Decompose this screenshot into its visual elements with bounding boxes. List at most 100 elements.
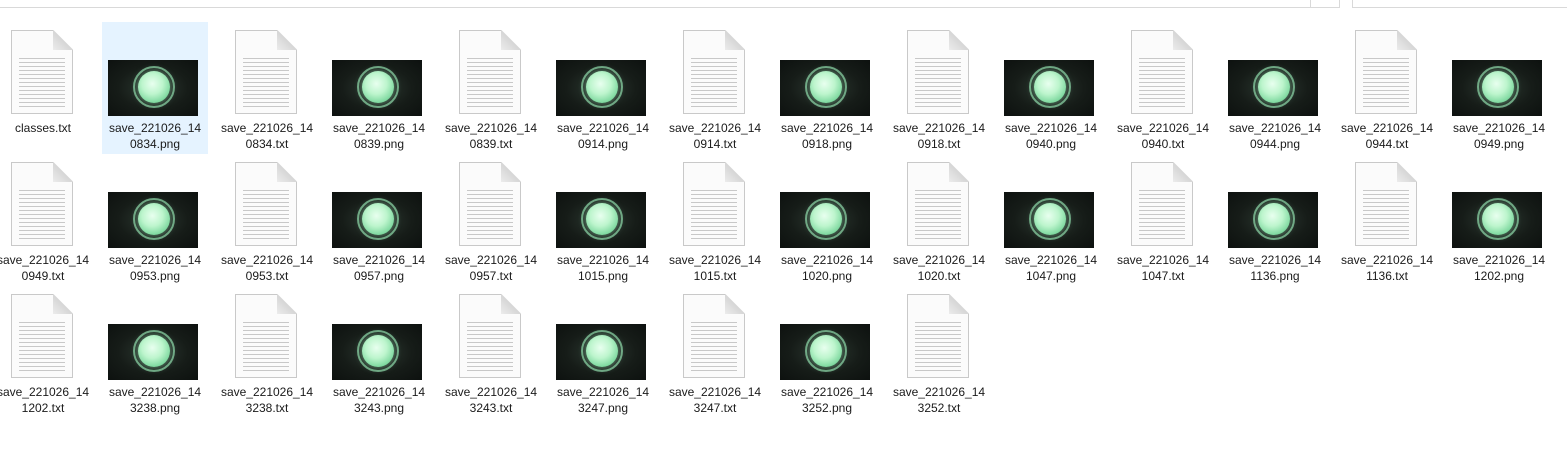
- file-item-png[interactable]: save_221026_14 3243.png: [326, 286, 432, 418]
- file-item-txt[interactable]: save_221026_14 3252.txt: [886, 286, 992, 418]
- image-thumbnail: [326, 154, 432, 250]
- file-item-png[interactable]: save_221026_14 0914.png: [550, 22, 656, 154]
- file-name-label: save_221026_14 0944.txt: [1340, 121, 1434, 151]
- file-item-png[interactable]: save_221026_14 0949.png: [1446, 22, 1552, 154]
- text-document-icon: [886, 22, 992, 118]
- image-thumbnail: [1446, 154, 1552, 250]
- image-thumbnail: [556, 192, 646, 248]
- document-lines: [691, 190, 737, 240]
- document-lines: [915, 58, 961, 108]
- glow-orb: [138, 203, 170, 235]
- document-lines: [915, 190, 961, 240]
- file-item-txt[interactable]: save_221026_14 1020.txt: [886, 154, 992, 286]
- address-bar[interactable]: [0, 0, 1340, 8]
- file-item-png[interactable]: save_221026_14 0957.png: [326, 154, 432, 286]
- file-item-png[interactable]: save_221026_14 3252.png: [774, 286, 880, 418]
- file-explorer-window: classes.txt save_221026_14 0834.png save_2…: [0, 0, 1567, 455]
- file-item-txt[interactable]: save_221026_14 3247.txt: [662, 286, 768, 418]
- file-item-txt[interactable]: save_221026_14 1047.txt: [1110, 154, 1216, 286]
- file-item-txt[interactable]: save_221026_14 0839.txt: [438, 22, 544, 154]
- file-item-png[interactable]: save_221026_14 0940.png: [998, 22, 1104, 154]
- text-document-icon: [907, 162, 971, 248]
- file-item-txt[interactable]: save_221026_14 0834.txt: [214, 22, 320, 154]
- glow-orb: [1482, 71, 1514, 103]
- file-item-png[interactable]: save_221026_14 0839.png: [326, 22, 432, 154]
- glow-orb: [586, 335, 618, 367]
- file-item-txt[interactable]: classes.txt: [0, 22, 96, 154]
- file-item-png[interactable]: save_221026_14 0953.png: [102, 154, 208, 286]
- document-fold: [277, 294, 297, 314]
- file-name-label: save_221026_14 1136.txt: [1340, 253, 1434, 283]
- file-name-label: save_221026_14 1015.txt: [668, 253, 762, 283]
- file-item-txt[interactable]: save_221026_14 0914.txt: [662, 22, 768, 154]
- file-item-txt[interactable]: save_221026_14 0949.txt: [0, 154, 96, 286]
- text-document-icon: [0, 22, 96, 118]
- file-item-png[interactable]: save_221026_14 1047.png: [998, 154, 1104, 286]
- text-document-icon: [214, 154, 320, 250]
- file-item-png[interactable]: save_221026_14 0944.png: [1222, 22, 1328, 154]
- file-name-label: save_221026_14 1015.png: [556, 253, 650, 283]
- document-lines: [19, 322, 65, 372]
- glow-orb: [1034, 71, 1066, 103]
- text-document-icon: [459, 30, 523, 116]
- image-thumbnail: [326, 286, 432, 382]
- image-thumbnail: [556, 60, 646, 116]
- image-thumbnail: [780, 324, 870, 380]
- file-item-png[interactable]: save_221026_14 1020.png: [774, 154, 880, 286]
- file-item-txt[interactable]: save_221026_14 0918.txt: [886, 22, 992, 154]
- image-thumbnail: [332, 192, 422, 248]
- file-item-txt[interactable]: save_221026_14 0957.txt: [438, 154, 544, 286]
- text-document-icon: [1131, 162, 1195, 248]
- image-thumbnail: [332, 324, 422, 380]
- text-document-icon: [1334, 22, 1440, 118]
- document-fold: [1173, 30, 1193, 50]
- file-item-png[interactable]: save_221026_14 1136.png: [1222, 154, 1328, 286]
- file-name-label: save_221026_14 0953.png: [108, 253, 202, 283]
- file-item-png[interactable]: save_221026_14 0834.png: [102, 22, 208, 154]
- image-thumbnail: [774, 154, 880, 250]
- text-document-icon: [907, 30, 971, 116]
- file-item-png[interactable]: save_221026_14 1202.png: [1446, 154, 1552, 286]
- text-document-icon: [11, 162, 75, 248]
- file-item-txt[interactable]: save_221026_14 0944.txt: [1334, 22, 1440, 154]
- file-item-txt[interactable]: save_221026_14 1202.txt: [0, 286, 96, 418]
- document-fold: [1173, 162, 1193, 182]
- image-thumbnail: [102, 286, 208, 382]
- search-input[interactable]: [1352, 0, 1567, 8]
- file-item-png[interactable]: save_221026_14 1015.png: [550, 154, 656, 286]
- file-name-label: save_221026_14 3238.txt: [220, 385, 314, 415]
- glow-orb: [1258, 203, 1290, 235]
- file-item-png[interactable]: save_221026_14 3238.png: [102, 286, 208, 418]
- text-document-icon: [214, 286, 320, 382]
- file-item-txt[interactable]: save_221026_14 0953.txt: [214, 154, 320, 286]
- file-item-txt[interactable]: save_221026_14 0940.txt: [1110, 22, 1216, 154]
- glow-orb: [586, 71, 618, 103]
- document-lines: [1363, 58, 1409, 108]
- file-name-label: save_221026_14 1047.png: [1004, 253, 1098, 283]
- file-item-txt[interactable]: save_221026_14 1136.txt: [1334, 154, 1440, 286]
- refresh-button[interactable]: [1310, 0, 1340, 8]
- document-lines: [467, 190, 513, 240]
- image-thumbnail: [556, 324, 646, 380]
- file-item-png[interactable]: save_221026_14 3247.png: [550, 286, 656, 418]
- file-name-label: save_221026_14 0953.txt: [220, 253, 314, 283]
- text-document-icon: [11, 294, 75, 380]
- file-name-label: save_221026_14 3243.png: [332, 385, 426, 415]
- text-document-icon: [1110, 154, 1216, 250]
- text-document-icon: [0, 154, 96, 250]
- file-name-label: classes.txt: [14, 121, 71, 135]
- image-thumbnail: [1222, 22, 1328, 118]
- file-item-png[interactable]: save_221026_14 0918.png: [774, 22, 880, 154]
- file-name-label: save_221026_14 0957.txt: [444, 253, 538, 283]
- text-document-icon: [1355, 162, 1419, 248]
- image-thumbnail: [102, 22, 208, 118]
- document-fold: [1397, 30, 1417, 50]
- file-item-txt[interactable]: save_221026_14 3243.txt: [438, 286, 544, 418]
- glow-orb: [810, 71, 842, 103]
- text-document-icon: [214, 22, 320, 118]
- file-name-label: save_221026_14 0914.txt: [668, 121, 762, 151]
- file-item-txt[interactable]: save_221026_14 1015.txt: [662, 154, 768, 286]
- file-name-label: save_221026_14 0957.png: [332, 253, 426, 283]
- file-item-txt[interactable]: save_221026_14 3238.txt: [214, 286, 320, 418]
- image-thumbnail: [774, 286, 880, 382]
